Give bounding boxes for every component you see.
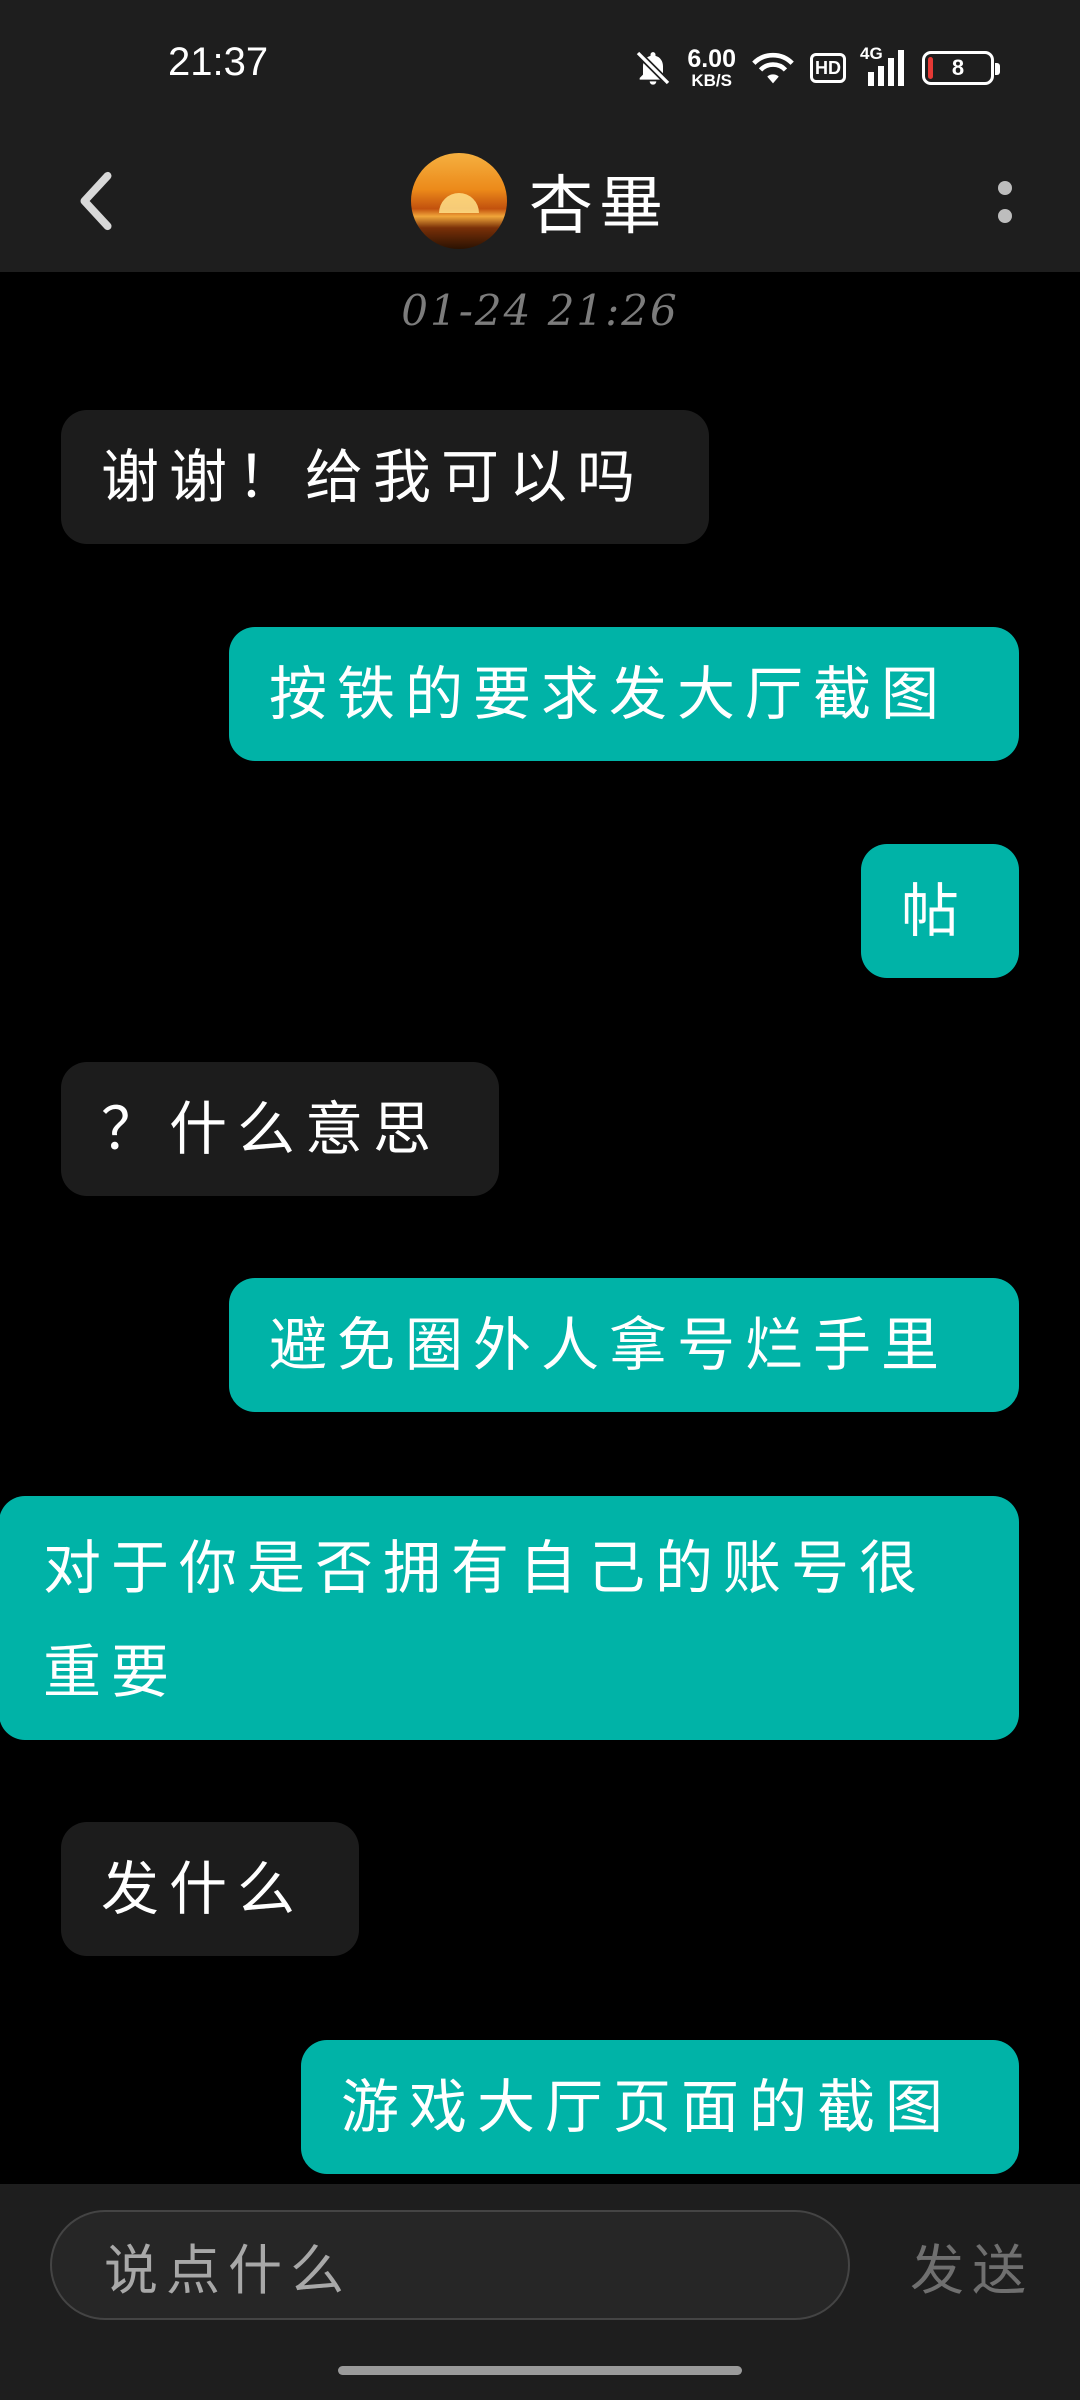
hd-badge: HD	[810, 53, 846, 83]
battery-icon: 8	[922, 51, 1000, 85]
more-button[interactable]	[970, 160, 1040, 244]
net-speed: 6.00 KB/S	[687, 45, 736, 90]
outgoing-message[interactable]: 对于你是否拥有自己的账号很重要	[0, 1496, 1019, 1740]
contact-name: 杏畢	[529, 170, 669, 244]
incoming-message[interactable]: 发什么	[61, 1822, 359, 1956]
status-time: 21:37	[168, 40, 269, 84]
wifi-icon	[750, 48, 796, 88]
outgoing-message[interactable]: 避免圈外人拿号烂手里	[229, 1278, 1019, 1412]
more-vertical-icon	[998, 181, 1012, 223]
status-icons: 6.00 KB/S HD 4G 8	[633, 38, 1000, 98]
network-type: 4G	[860, 44, 883, 63]
net-speed-value: 6.00	[687, 45, 736, 73]
chat-header: 杏畢	[0, 130, 1080, 272]
outgoing-message[interactable]: 游戏大厅页面的截图	[301, 2040, 1019, 2174]
chat-messages[interactable]: 01-24 21:26 谢谢！给我可以吗 按铁的要求发大厅截图 帖 ？什么意思 …	[0, 272, 1080, 2184]
net-speed-unit: KB/S	[691, 71, 732, 90]
battery-level	[928, 57, 933, 79]
home-indicator[interactable]	[338, 2366, 742, 2375]
header-title: 杏畢	[0, 130, 1080, 272]
outgoing-message[interactable]: 按铁的要求发大厅截图	[229, 627, 1019, 761]
message-input[interactable]: 说点什么	[50, 2210, 850, 2320]
outgoing-message[interactable]: 帖	[861, 844, 1019, 978]
battery-percent: 8	[951, 55, 965, 80]
incoming-message[interactable]: ？什么意思	[61, 1062, 499, 1196]
status-bar: 21:37 6.00 KB/S HD 4G 8	[0, 0, 1080, 130]
message-timestamp: 01-24 21:26	[401, 286, 679, 335]
avatar[interactable]	[411, 153, 507, 249]
mute-bell-icon	[633, 48, 673, 88]
signal-icon: 4G	[860, 44, 908, 88]
send-button[interactable]: 发送	[910, 2210, 1034, 2320]
incoming-message[interactable]: 谢谢！给我可以吗	[61, 410, 709, 544]
